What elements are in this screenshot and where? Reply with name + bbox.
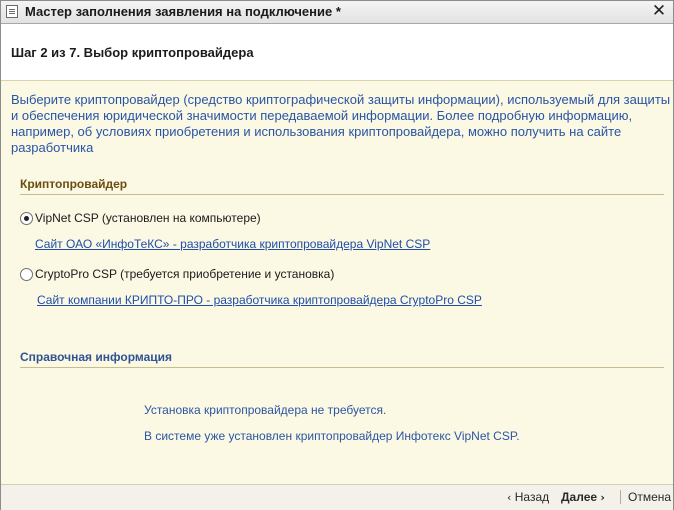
document-window-icon xyxy=(6,5,18,18)
wizard-footer: ‹ Назад Далее › Отмена xyxy=(1,484,673,510)
chevron-left-icon: ‹ xyxy=(507,491,512,504)
step-header: Шаг 2 из 7. Выбор криптопровайдера xyxy=(1,24,673,81)
cancel-button[interactable]: Отмена xyxy=(628,490,671,504)
wizard-window: Мастер заполнения заявления на подключен… xyxy=(0,0,674,510)
radio-cryptopro-csp[interactable]: CryptoPro CSP (требуется приобретение и … xyxy=(20,267,620,283)
vipnet-developer-link[interactable]: Сайт ОАО «ИнфоТеКС» - разработчика крипт… xyxy=(35,237,430,251)
reference-info-group-title: Справочная информация xyxy=(20,350,664,368)
back-button-label: Назад xyxy=(514,490,550,504)
title-bar[interactable]: Мастер заполнения заявления на подключен… xyxy=(1,1,673,24)
chevron-right-icon: › xyxy=(600,491,605,504)
radio-cryptopro-label[interactable]: CryptoPro CSP (требуется приобретение и … xyxy=(35,267,334,281)
step-title: Шаг 2 из 7. Выбор криптопровайдера xyxy=(11,45,254,60)
info-line: В системе уже установлен криптопровайдер… xyxy=(144,429,520,443)
next-button[interactable]: Далее › xyxy=(561,490,605,504)
info-line: Установка криптопровайдера не требуется. xyxy=(144,403,387,417)
radio-vipnet-label[interactable]: VipNet CSP (установлен на компьютере) xyxy=(35,211,261,225)
crypto-provider-group-title: Криптопровайдер xyxy=(20,177,664,195)
step-description: Выберите криптопровайдер (средство крипт… xyxy=(11,92,671,155)
next-button-label: Далее xyxy=(561,490,598,504)
radio-button-unchecked[interactable] xyxy=(20,268,33,281)
close-icon[interactable]: ✕ xyxy=(651,3,667,20)
back-button[interactable]: ‹ Назад xyxy=(507,490,549,504)
cryptopro-developer-link[interactable]: Сайт компании КРИПТО-ПРО - разработчика … xyxy=(37,293,482,307)
window-title: Мастер заполнения заявления на подключен… xyxy=(25,4,341,19)
radio-vipnet-csp[interactable]: VipNet CSP (установлен на компьютере) xyxy=(20,211,620,227)
radio-button-checked[interactable] xyxy=(20,212,33,225)
footer-separator xyxy=(620,490,621,504)
